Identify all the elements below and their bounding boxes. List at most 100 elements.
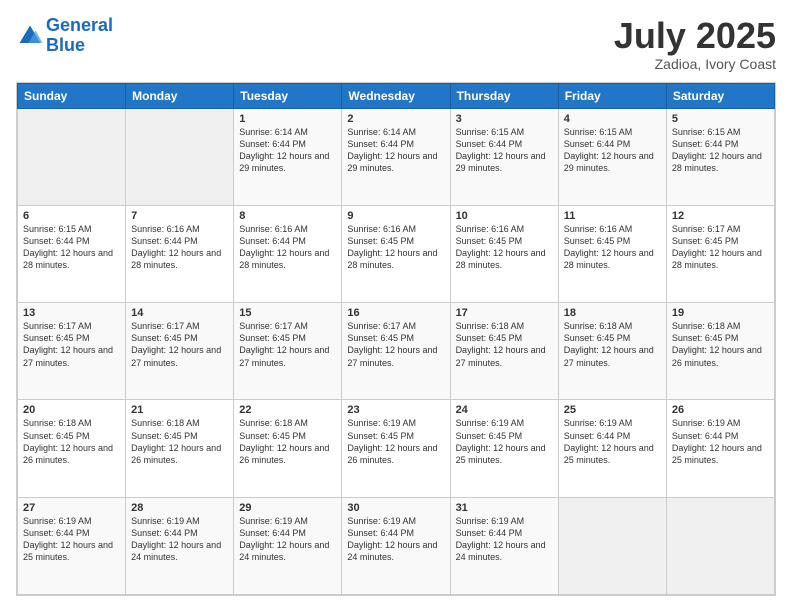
col-thursday: Thursday: [450, 83, 558, 108]
calendar-cell: 27Sunrise: 6:19 AMSunset: 6:44 PMDayligh…: [18, 497, 126, 594]
day-info: Sunrise: 6:19 AMSunset: 6:44 PMDaylight:…: [347, 515, 444, 564]
header: General Blue July 2025 Zadioa, Ivory Coa…: [16, 16, 776, 72]
day-info: Sunrise: 6:18 AMSunset: 6:45 PMDaylight:…: [239, 417, 336, 466]
day-number: 9: [347, 210, 444, 222]
day-number: 29: [239, 502, 336, 514]
col-monday: Monday: [126, 83, 234, 108]
day-info: Sunrise: 6:15 AMSunset: 6:44 PMDaylight:…: [23, 223, 120, 272]
day-info: Sunrise: 6:19 AMSunset: 6:44 PMDaylight:…: [131, 515, 228, 564]
day-info: Sunrise: 6:16 AMSunset: 6:45 PMDaylight:…: [564, 223, 661, 272]
day-number: 2: [347, 113, 444, 125]
logo-icon: [16, 22, 44, 50]
day-number: 30: [347, 502, 444, 514]
logo-line2: Blue: [46, 35, 85, 55]
logo-line1: General: [46, 15, 113, 35]
day-number: 27: [23, 502, 120, 514]
calendar-cell: 25Sunrise: 6:19 AMSunset: 6:44 PMDayligh…: [558, 400, 666, 497]
calendar-cell: 22Sunrise: 6:18 AMSunset: 6:45 PMDayligh…: [234, 400, 342, 497]
calendar: Sunday Monday Tuesday Wednesday Thursday…: [16, 82, 776, 596]
calendar-cell: 31Sunrise: 6:19 AMSunset: 6:44 PMDayligh…: [450, 497, 558, 594]
day-number: 16: [347, 307, 444, 319]
calendar-cell: [126, 108, 234, 205]
calendar-week-row: 6Sunrise: 6:15 AMSunset: 6:44 PMDaylight…: [18, 205, 775, 302]
day-number: 11: [564, 210, 661, 222]
calendar-cell: 9Sunrise: 6:16 AMSunset: 6:45 PMDaylight…: [342, 205, 450, 302]
day-number: 10: [456, 210, 553, 222]
day-info: Sunrise: 6:15 AMSunset: 6:44 PMDaylight:…: [672, 126, 769, 175]
calendar-cell: 11Sunrise: 6:16 AMSunset: 6:45 PMDayligh…: [558, 205, 666, 302]
calendar-cell: 28Sunrise: 6:19 AMSunset: 6:44 PMDayligh…: [126, 497, 234, 594]
col-sunday: Sunday: [18, 83, 126, 108]
calendar-body: 1Sunrise: 6:14 AMSunset: 6:44 PMDaylight…: [18, 108, 775, 594]
calendar-header: Sunday Monday Tuesday Wednesday Thursday…: [18, 83, 775, 108]
calendar-cell: 30Sunrise: 6:19 AMSunset: 6:44 PMDayligh…: [342, 497, 450, 594]
day-info: Sunrise: 6:17 AMSunset: 6:45 PMDaylight:…: [347, 320, 444, 369]
col-friday: Friday: [558, 83, 666, 108]
calendar-cell: 29Sunrise: 6:19 AMSunset: 6:44 PMDayligh…: [234, 497, 342, 594]
day-number: 12: [672, 210, 769, 222]
day-info: Sunrise: 6:16 AMSunset: 6:45 PMDaylight:…: [456, 223, 553, 272]
day-number: 23: [347, 404, 444, 416]
title-section: July 2025 Zadioa, Ivory Coast: [614, 16, 776, 72]
day-info: Sunrise: 6:17 AMSunset: 6:45 PMDaylight:…: [23, 320, 120, 369]
calendar-cell: 24Sunrise: 6:19 AMSunset: 6:45 PMDayligh…: [450, 400, 558, 497]
calendar-week-row: 1Sunrise: 6:14 AMSunset: 6:44 PMDaylight…: [18, 108, 775, 205]
day-number: 5: [672, 113, 769, 125]
day-number: 25: [564, 404, 661, 416]
calendar-cell: [558, 497, 666, 594]
calendar-cell: 23Sunrise: 6:19 AMSunset: 6:45 PMDayligh…: [342, 400, 450, 497]
calendar-cell: 21Sunrise: 6:18 AMSunset: 6:45 PMDayligh…: [126, 400, 234, 497]
calendar-cell: 3Sunrise: 6:15 AMSunset: 6:44 PMDaylight…: [450, 108, 558, 205]
day-info: Sunrise: 6:17 AMSunset: 6:45 PMDaylight:…: [239, 320, 336, 369]
calendar-cell: 6Sunrise: 6:15 AMSunset: 6:44 PMDaylight…: [18, 205, 126, 302]
day-number: 18: [564, 307, 661, 319]
col-saturday: Saturday: [666, 83, 774, 108]
calendar-cell: 2Sunrise: 6:14 AMSunset: 6:44 PMDaylight…: [342, 108, 450, 205]
day-info: Sunrise: 6:19 AMSunset: 6:45 PMDaylight:…: [347, 417, 444, 466]
page: General Blue July 2025 Zadioa, Ivory Coa…: [0, 0, 792, 612]
calendar-cell: 1Sunrise: 6:14 AMSunset: 6:44 PMDaylight…: [234, 108, 342, 205]
col-wednesday: Wednesday: [342, 83, 450, 108]
calendar-cell: 4Sunrise: 6:15 AMSunset: 6:44 PMDaylight…: [558, 108, 666, 205]
day-info: Sunrise: 6:14 AMSunset: 6:44 PMDaylight:…: [239, 126, 336, 175]
day-number: 1: [239, 113, 336, 125]
day-number: 6: [23, 210, 120, 222]
calendar-cell: 5Sunrise: 6:15 AMSunset: 6:44 PMDaylight…: [666, 108, 774, 205]
calendar-week-row: 13Sunrise: 6:17 AMSunset: 6:45 PMDayligh…: [18, 303, 775, 400]
day-number: 13: [23, 307, 120, 319]
day-info: Sunrise: 6:19 AMSunset: 6:44 PMDaylight:…: [23, 515, 120, 564]
day-info: Sunrise: 6:17 AMSunset: 6:45 PMDaylight:…: [131, 320, 228, 369]
calendar-cell: 8Sunrise: 6:16 AMSunset: 6:44 PMDaylight…: [234, 205, 342, 302]
logo-text: General Blue: [46, 16, 113, 56]
day-number: 17: [456, 307, 553, 319]
day-number: 28: [131, 502, 228, 514]
calendar-cell: 14Sunrise: 6:17 AMSunset: 6:45 PMDayligh…: [126, 303, 234, 400]
calendar-cell: [18, 108, 126, 205]
day-number: 21: [131, 404, 228, 416]
day-number: 4: [564, 113, 661, 125]
calendar-cell: 20Sunrise: 6:18 AMSunset: 6:45 PMDayligh…: [18, 400, 126, 497]
calendar-week-row: 27Sunrise: 6:19 AMSunset: 6:44 PMDayligh…: [18, 497, 775, 594]
days-header-row: Sunday Monday Tuesday Wednesday Thursday…: [18, 83, 775, 108]
day-info: Sunrise: 6:19 AMSunset: 6:44 PMDaylight:…: [456, 515, 553, 564]
day-info: Sunrise: 6:19 AMSunset: 6:44 PMDaylight:…: [564, 417, 661, 466]
day-info: Sunrise: 6:19 AMSunset: 6:45 PMDaylight:…: [456, 417, 553, 466]
day-info: Sunrise: 6:18 AMSunset: 6:45 PMDaylight:…: [131, 417, 228, 466]
day-info: Sunrise: 6:17 AMSunset: 6:45 PMDaylight:…: [672, 223, 769, 272]
day-info: Sunrise: 6:18 AMSunset: 6:45 PMDaylight:…: [23, 417, 120, 466]
calendar-cell: 16Sunrise: 6:17 AMSunset: 6:45 PMDayligh…: [342, 303, 450, 400]
day-info: Sunrise: 6:16 AMSunset: 6:44 PMDaylight:…: [239, 223, 336, 272]
calendar-cell: 19Sunrise: 6:18 AMSunset: 6:45 PMDayligh…: [666, 303, 774, 400]
location-subtitle: Zadioa, Ivory Coast: [614, 56, 776, 72]
calendar-cell: 7Sunrise: 6:16 AMSunset: 6:44 PMDaylight…: [126, 205, 234, 302]
calendar-table: Sunday Monday Tuesday Wednesday Thursday…: [17, 83, 775, 595]
calendar-cell: 26Sunrise: 6:19 AMSunset: 6:44 PMDayligh…: [666, 400, 774, 497]
calendar-cell: 13Sunrise: 6:17 AMSunset: 6:45 PMDayligh…: [18, 303, 126, 400]
day-number: 14: [131, 307, 228, 319]
day-number: 7: [131, 210, 228, 222]
month-title: July 2025: [614, 16, 776, 56]
col-tuesday: Tuesday: [234, 83, 342, 108]
day-number: 20: [23, 404, 120, 416]
day-info: Sunrise: 6:19 AMSunset: 6:44 PMDaylight:…: [239, 515, 336, 564]
day-number: 22: [239, 404, 336, 416]
